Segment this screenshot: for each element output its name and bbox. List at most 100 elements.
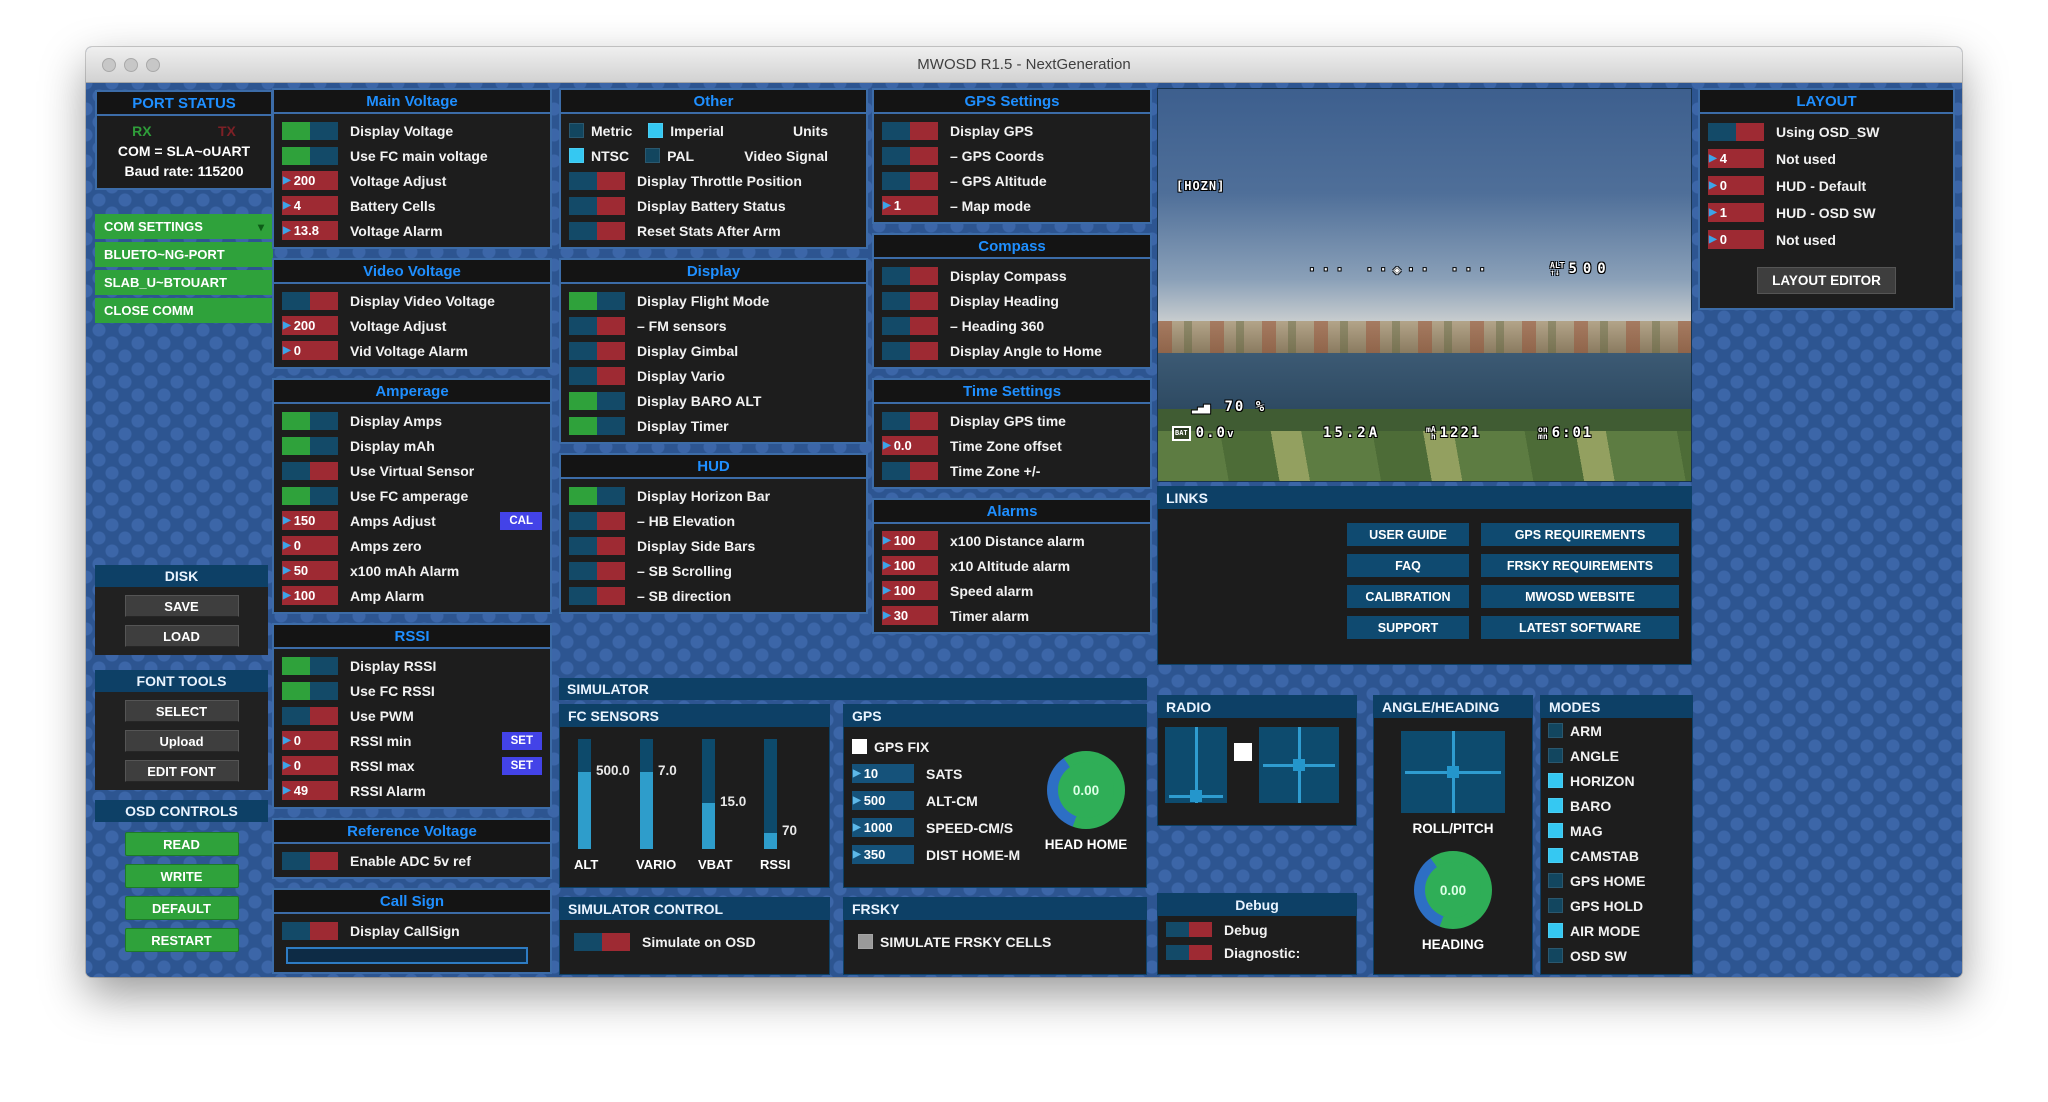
- toggle-display-mah[interactable]: [282, 437, 338, 455]
- value-field-map-mode[interactable]: ▶1: [882, 196, 938, 215]
- cal-button[interactable]: CAL: [500, 512, 542, 530]
- pad-handle[interactable]: [1447, 766, 1459, 778]
- value-field-alt-cm[interactable]: ▶500: [852, 791, 914, 810]
- throttle-yaw-stick[interactable]: [1165, 727, 1227, 803]
- link-mwosd-website[interactable]: MWOSD WEBSITE: [1481, 585, 1679, 608]
- checkbox-gps-hold[interactable]: [1548, 898, 1563, 913]
- toggle-reset-stats-after-arm[interactable]: [569, 222, 625, 240]
- toggle-display-horizon-bar[interactable]: [569, 487, 625, 505]
- sensor-slider-rssi[interactable]: [764, 739, 777, 849]
- toggle-gps-altitude[interactable]: [882, 172, 938, 190]
- toggle-display-timer[interactable]: [569, 417, 625, 435]
- value-field-amps-zero[interactable]: ▶0: [282, 536, 338, 555]
- value-field-x10-altitude-alarm[interactable]: ▶100: [882, 556, 938, 575]
- value-field-time-zone-offset[interactable]: ▶0.0: [882, 436, 938, 455]
- value-field-voltage-adjust[interactable]: ▶200: [282, 316, 338, 335]
- port-button-com-settings[interactable]: COM SETTINGS▾: [95, 214, 273, 239]
- toggle-using-osd-sw[interactable]: [1708, 123, 1764, 141]
- toggle-display-battery-status[interactable]: [569, 197, 625, 215]
- toggle-hb-elevation[interactable]: [569, 512, 625, 530]
- set-button[interactable]: SET: [502, 757, 542, 775]
- toggle-sb-scrolling[interactable]: [569, 562, 625, 580]
- toggle-display-baro-alt[interactable]: [569, 392, 625, 410]
- toggle-heading-360[interactable]: [882, 317, 938, 335]
- toggle-display-vario[interactable]: [569, 367, 625, 385]
- sensor-slider-vario[interactable]: [640, 739, 653, 849]
- link-faq[interactable]: FAQ: [1347, 554, 1469, 577]
- toggle-display-flight-mode[interactable]: [569, 292, 625, 310]
- close-button[interactable]: [102, 58, 116, 72]
- pitch-roll-stick[interactable]: [1259, 727, 1339, 803]
- toggle-enable-adc-5v-ref[interactable]: [282, 852, 338, 870]
- value-field-speed-cm-s[interactable]: ▶1000: [852, 818, 914, 837]
- toggle-display-angle-to-home[interactable]: [882, 342, 938, 360]
- upload-button[interactable]: Upload: [125, 730, 239, 752]
- minimize-button[interactable]: [124, 58, 138, 72]
- value-field-hud-osd-sw[interactable]: ▶1: [1708, 203, 1764, 222]
- default-button[interactable]: DEFAULT: [125, 896, 239, 920]
- sensor-slider-alt[interactable]: [578, 739, 591, 849]
- toggle-fm-sensors[interactable]: [569, 317, 625, 335]
- simulate-frsky-cells-checkbox[interactable]: [858, 934, 873, 949]
- toggle-diagnostic[interactable]: [1166, 945, 1212, 960]
- toggle-display-gimbal[interactable]: [569, 342, 625, 360]
- save-button[interactable]: SAVE: [125, 595, 239, 617]
- value-field-x100-mah-alarm[interactable]: ▶50: [282, 561, 338, 580]
- toggle-use-fc-rssi[interactable]: [282, 682, 338, 700]
- toggle-display-side-bars[interactable]: [569, 537, 625, 555]
- stick-handle[interactable]: [1293, 759, 1305, 771]
- head-home-dial[interactable]: 0.00 HEAD HOME: [1034, 751, 1138, 852]
- checkbox-arm[interactable]: [1548, 723, 1563, 738]
- toggle-display-video-voltage[interactable]: [282, 292, 338, 310]
- value-field-voltage-alarm[interactable]: ▶13.8: [282, 221, 338, 240]
- value-field-not-used[interactable]: ▶0: [1708, 230, 1764, 249]
- toggle-display-throttle-position[interactable]: [569, 172, 625, 190]
- checkbox-camstab[interactable]: [1548, 848, 1563, 863]
- toggle-display-voltage[interactable]: [282, 122, 338, 140]
- toggle-use-pwm[interactable]: [282, 707, 338, 725]
- toggle-display-amps[interactable]: [282, 412, 338, 430]
- value-field-dist-home-m[interactable]: ▶350: [852, 845, 914, 864]
- value-field-battery-cells[interactable]: ▶4: [282, 196, 338, 215]
- select-button[interactable]: SELECT: [125, 700, 239, 722]
- value-field-speed-alarm[interactable]: ▶100: [882, 581, 938, 600]
- load-button[interactable]: LOAD: [125, 625, 239, 647]
- restart-button[interactable]: RESTART: [125, 928, 239, 952]
- value-field-rssi-min[interactable]: ▶0: [282, 731, 338, 750]
- value-field-voltage-adjust[interactable]: ▶200: [282, 171, 338, 190]
- stick-handle[interactable]: [1190, 790, 1202, 802]
- link-calibration[interactable]: CALIBRATION: [1347, 585, 1469, 608]
- checkbox-horizon[interactable]: [1548, 773, 1563, 788]
- zoom-button[interactable]: [146, 58, 160, 72]
- value-field-x100-distance-alarm[interactable]: ▶100: [882, 531, 938, 550]
- value-field-vid-voltage-alarm[interactable]: ▶0: [282, 341, 338, 360]
- value-field-rssi-max[interactable]: ▶0: [282, 756, 338, 775]
- toggle-gps-coords[interactable]: [882, 147, 938, 165]
- toggle-display-callsign[interactable]: [282, 922, 338, 940]
- toggle-display-compass[interactable]: [882, 267, 938, 285]
- checkbox-angle[interactable]: [1548, 748, 1563, 763]
- toggle-display-gps[interactable]: [882, 122, 938, 140]
- value-field-sats[interactable]: ▶10: [852, 764, 914, 783]
- link-user-guide[interactable]: USER GUIDE: [1347, 523, 1469, 546]
- set-button[interactable]: SET: [502, 732, 542, 750]
- checkbox-metric[interactable]: [569, 123, 584, 138]
- value-field-amps-adjust[interactable]: ▶150: [282, 511, 338, 530]
- link-frsky-requirements[interactable]: FRSKY REQUIREMENTS: [1481, 554, 1679, 577]
- checkbox-ntsc[interactable]: [569, 148, 584, 163]
- checkbox-gps-home[interactable]: [1548, 873, 1563, 888]
- checkbox-pal[interactable]: [645, 148, 660, 163]
- checkbox-mag[interactable]: [1548, 823, 1563, 838]
- link-latest-software[interactable]: LATEST SOFTWARE: [1481, 616, 1679, 639]
- port-button-blueto-ng-port[interactable]: BLUETO~NG-PORT: [95, 242, 273, 267]
- toggle-use-fc-main-voltage[interactable]: [282, 147, 338, 165]
- link-support[interactable]: SUPPORT: [1347, 616, 1469, 639]
- toggle-display-gps-time[interactable]: [882, 412, 938, 430]
- toggle-time-zone[interactable]: [882, 462, 938, 480]
- port-button-slab-u-btouart[interactable]: SLAB_U~BTOUART: [95, 270, 273, 295]
- checkbox-imperial[interactable]: [648, 123, 663, 138]
- gps-fix-checkbox[interactable]: [852, 739, 867, 754]
- checkbox-baro[interactable]: [1548, 798, 1563, 813]
- toggle-debug[interactable]: [1166, 922, 1212, 937]
- layout-editor-button[interactable]: LAYOUT EDITOR: [1757, 267, 1896, 294]
